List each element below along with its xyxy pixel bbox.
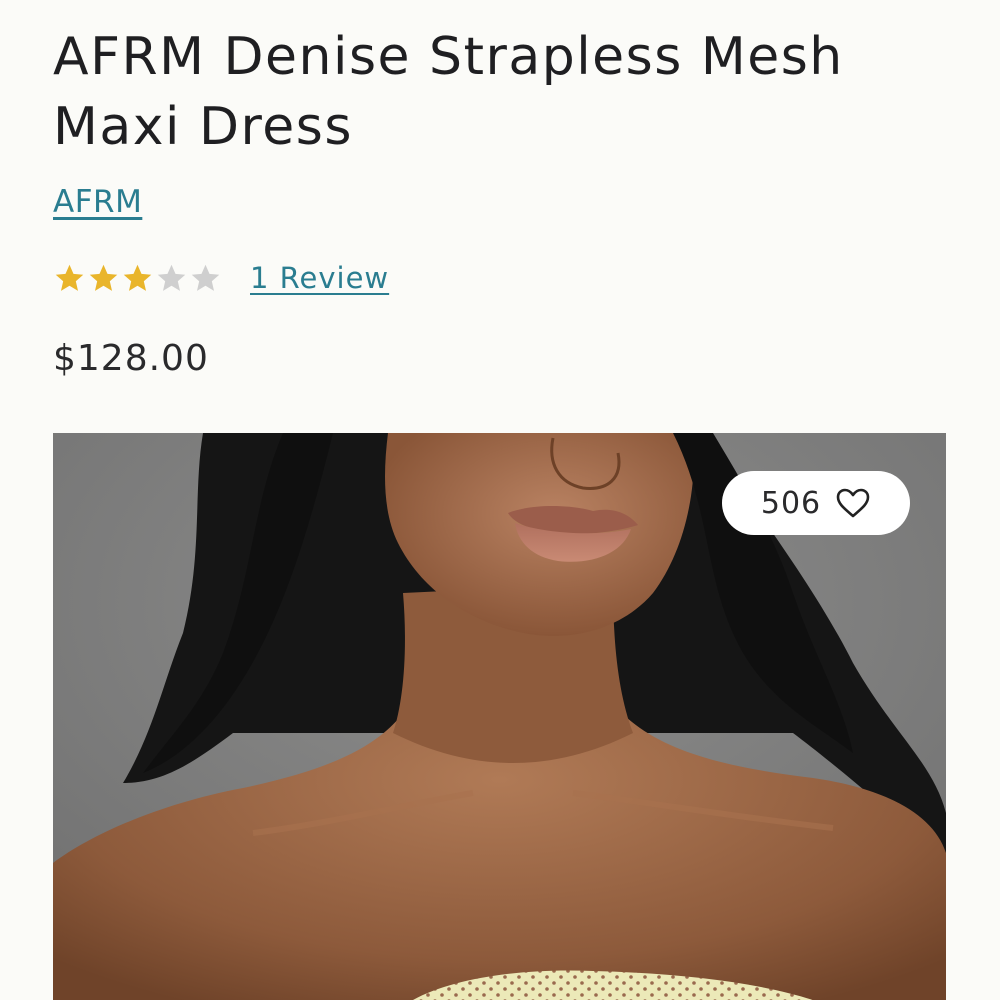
brand-link[interactable]: AFRM: [53, 184, 142, 220]
product-page: AFRM Denise Strapless Mesh Maxi Dress AF…: [0, 0, 1000, 1000]
heart-icon: [836, 488, 870, 518]
star-filled-icon: [123, 264, 152, 291]
star-filled-icon: [55, 264, 84, 291]
star-empty-icon: [157, 264, 186, 291]
star-empty-icon: [191, 264, 220, 291]
rating-row: 1 Review: [53, 258, 389, 298]
product-price: $128.00: [53, 338, 209, 379]
like-count: 506: [760, 485, 822, 521]
reviews-link[interactable]: 1 Review: [250, 261, 389, 295]
product-title: AFRM Denise Strapless Mesh Maxi Dress: [53, 27, 844, 157]
star-filled-icon: [89, 264, 118, 291]
like-button[interactable]: 506: [722, 471, 910, 535]
star-rating[interactable]: [53, 262, 222, 295]
